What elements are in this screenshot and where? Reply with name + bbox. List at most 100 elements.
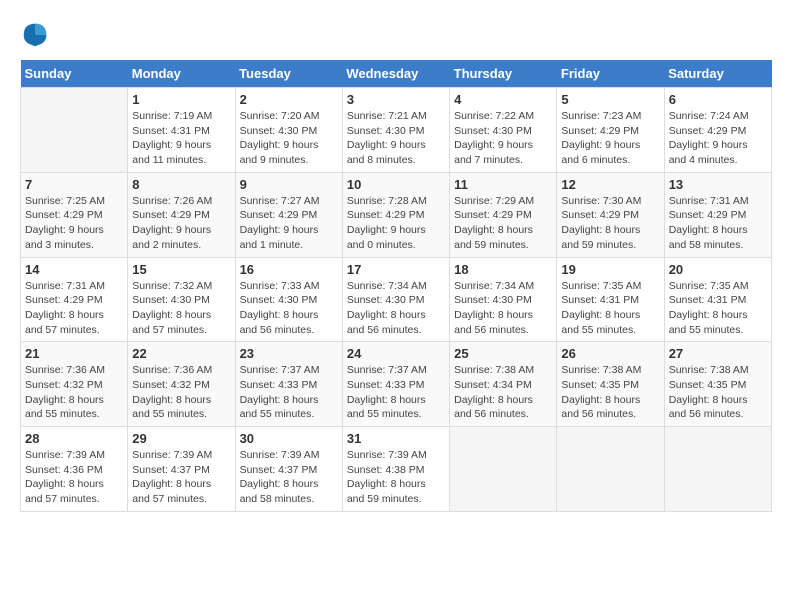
logo-icon	[20, 20, 50, 50]
calendar-cell: 2 Sunrise: 7:20 AMSunset: 4:30 PMDaylight…	[235, 88, 342, 173]
day-number: 4	[454, 92, 552, 107]
day-info: Sunrise: 7:28 AMSunset: 4:29 PMDaylight:…	[347, 194, 445, 253]
calendar-cell: 14 Sunrise: 7:31 AMSunset: 4:29 PMDayligh…	[21, 257, 128, 342]
day-info: Sunrise: 7:24 AMSunset: 4:29 PMDaylight:…	[669, 109, 767, 168]
calendar-cell	[21, 88, 128, 173]
weekday-header-friday: Friday	[557, 60, 664, 88]
calendar-cell	[664, 427, 771, 512]
calendar-week-1: 1 Sunrise: 7:19 AMSunset: 4:31 PMDaylight…	[21, 88, 772, 173]
day-number: 10	[347, 177, 445, 192]
calendar-cell	[450, 427, 557, 512]
day-number: 25	[454, 346, 552, 361]
day-info: Sunrise: 7:38 AMSunset: 4:35 PMDaylight:…	[561, 363, 659, 422]
day-info: Sunrise: 7:39 AMSunset: 4:36 PMDaylight:…	[25, 448, 123, 507]
day-info: Sunrise: 7:21 AMSunset: 4:30 PMDaylight:…	[347, 109, 445, 168]
calendar-cell: 18 Sunrise: 7:34 AMSunset: 4:30 PMDayligh…	[450, 257, 557, 342]
day-info: Sunrise: 7:29 AMSunset: 4:29 PMDaylight:…	[454, 194, 552, 253]
day-number: 13	[669, 177, 767, 192]
calendar-cell: 17Sunrise: 7:34 AMSunset: 4:30 PMDayligh…	[342, 257, 449, 342]
day-number: 14	[25, 262, 123, 277]
calendar-cell: 4 Sunrise: 7:22 AMSunset: 4:30 PMDaylight…	[450, 88, 557, 173]
day-number: 29	[132, 431, 230, 446]
day-number: 8	[132, 177, 230, 192]
day-info: Sunrise: 7:31 AMSunset: 4:29 PMDaylight:…	[669, 194, 767, 253]
calendar-cell: 23 Sunrise: 7:37 AMSunset: 4:33 PMDayligh…	[235, 342, 342, 427]
day-number: 1	[132, 92, 230, 107]
day-info: Sunrise: 7:20 AMSunset: 4:30 PMDaylight:…	[240, 109, 338, 168]
day-number: 11	[454, 177, 552, 192]
day-number: 22	[132, 346, 230, 361]
day-info: Sunrise: 7:35 AMSunset: 4:31 PMDaylight:…	[669, 279, 767, 338]
day-number: 20	[669, 262, 767, 277]
calendar-cell: 27 Sunrise: 7:38 AMSunset: 4:35 PMDayligh…	[664, 342, 771, 427]
calendar-cell: 9Sunrise: 7:27 AMSunset: 4:29 PMDaylight…	[235, 172, 342, 257]
calendar-cell: 11 Sunrise: 7:29 AMSunset: 4:29 PMDayligh…	[450, 172, 557, 257]
day-number: 17	[347, 262, 445, 277]
day-info: Sunrise: 7:34 AMSunset: 4:30 PMDaylight:…	[454, 279, 552, 338]
calendar-cell: 26Sunrise: 7:38 AMSunset: 4:35 PMDayligh…	[557, 342, 664, 427]
day-number: 2	[240, 92, 338, 107]
calendar-cell: 31 Sunrise: 7:39 AMSunset: 4:38 PMDayligh…	[342, 427, 449, 512]
day-info: Sunrise: 7:38 AMSunset: 4:34 PMDaylight:…	[454, 363, 552, 422]
day-number: 7	[25, 177, 123, 192]
calendar-cell	[557, 427, 664, 512]
day-number: 27	[669, 346, 767, 361]
logo	[20, 20, 54, 50]
day-info: Sunrise: 7:19 AMSunset: 4:31 PMDaylight:…	[132, 109, 230, 168]
calendar-week-2: 7 Sunrise: 7:25 AMSunset: 4:29 PMDaylight…	[21, 172, 772, 257]
weekday-header-monday: Monday	[128, 60, 235, 88]
day-info: Sunrise: 7:39 AMSunset: 4:38 PMDaylight:…	[347, 448, 445, 507]
day-number: 18	[454, 262, 552, 277]
day-info: Sunrise: 7:37 AMSunset: 4:33 PMDaylight:…	[240, 363, 338, 422]
calendar-week-3: 14 Sunrise: 7:31 AMSunset: 4:29 PMDayligh…	[21, 257, 772, 342]
day-info: Sunrise: 7:31 AMSunset: 4:29 PMDaylight:…	[25, 279, 123, 338]
day-number: 15	[132, 262, 230, 277]
day-info: Sunrise: 7:22 AMSunset: 4:30 PMDaylight:…	[454, 109, 552, 168]
day-number: 23	[240, 346, 338, 361]
calendar-cell: 25 Sunrise: 7:38 AMSunset: 4:34 PMDayligh…	[450, 342, 557, 427]
day-info: Sunrise: 7:35 AMSunset: 4:31 PMDaylight:…	[561, 279, 659, 338]
calendar-week-4: 21 Sunrise: 7:36 AMSunset: 4:32 PMDayligh…	[21, 342, 772, 427]
calendar-cell: 7 Sunrise: 7:25 AMSunset: 4:29 PMDaylight…	[21, 172, 128, 257]
day-info: Sunrise: 7:30 AMSunset: 4:29 PMDaylight:…	[561, 194, 659, 253]
page-container: SundayMondayTuesdayWednesdayThursdayFrid…	[20, 20, 772, 512]
calendar-week-5: 28Sunrise: 7:39 AMSunset: 4:36 PMDayligh…	[21, 427, 772, 512]
day-number: 3	[347, 92, 445, 107]
calendar-cell: 16Sunrise: 7:33 AMSunset: 4:30 PMDayligh…	[235, 257, 342, 342]
calendar-cell: 3 Sunrise: 7:21 AMSunset: 4:30 PMDaylight…	[342, 88, 449, 173]
calendar-cell: 1 Sunrise: 7:19 AMSunset: 4:31 PMDaylight…	[128, 88, 235, 173]
day-number: 19	[561, 262, 659, 277]
day-number: 31	[347, 431, 445, 446]
day-number: 12	[561, 177, 659, 192]
calendar-table: SundayMondayTuesdayWednesdayThursdayFrid…	[20, 60, 772, 512]
day-number: 16	[240, 262, 338, 277]
weekday-header-saturday: Saturday	[664, 60, 771, 88]
day-info: Sunrise: 7:36 AMSunset: 4:32 PMDaylight:…	[25, 363, 123, 422]
day-number: 5	[561, 92, 659, 107]
day-info: Sunrise: 7:23 AMSunset: 4:29 PMDaylight:…	[561, 109, 659, 168]
day-info: Sunrise: 7:25 AMSunset: 4:29 PMDaylight:…	[25, 194, 123, 253]
calendar-cell: 13 Sunrise: 7:31 AMSunset: 4:29 PMDayligh…	[664, 172, 771, 257]
calendar-cell: 19 Sunrise: 7:35 AMSunset: 4:31 PMDayligh…	[557, 257, 664, 342]
day-info: Sunrise: 7:27 AMSunset: 4:29 PMDaylight:…	[240, 194, 338, 253]
day-info: Sunrise: 7:39 AMSunset: 4:37 PMDaylight:…	[240, 448, 338, 507]
day-number: 6	[669, 92, 767, 107]
day-info: Sunrise: 7:32 AMSunset: 4:30 PMDaylight:…	[132, 279, 230, 338]
day-number: 21	[25, 346, 123, 361]
calendar-header-row: SundayMondayTuesdayWednesdayThursdayFrid…	[21, 60, 772, 88]
calendar-cell: 28Sunrise: 7:39 AMSunset: 4:36 PMDayligh…	[21, 427, 128, 512]
calendar-cell: 6 Sunrise: 7:24 AMSunset: 4:29 PMDaylight…	[664, 88, 771, 173]
calendar-cell: 15 Sunrise: 7:32 AMSunset: 4:30 PMDayligh…	[128, 257, 235, 342]
calendar-cell: 12 Sunrise: 7:30 AMSunset: 4:29 PMDayligh…	[557, 172, 664, 257]
day-info: Sunrise: 7:38 AMSunset: 4:35 PMDaylight:…	[669, 363, 767, 422]
calendar-cell: 29Sunrise: 7:39 AMSunset: 4:37 PMDayligh…	[128, 427, 235, 512]
day-number: 30	[240, 431, 338, 446]
calendar-cell: 20 Sunrise: 7:35 AMSunset: 4:31 PMDayligh…	[664, 257, 771, 342]
calendar-cell: 10 Sunrise: 7:28 AMSunset: 4:29 PMDayligh…	[342, 172, 449, 257]
day-info: Sunrise: 7:26 AMSunset: 4:29 PMDaylight:…	[132, 194, 230, 253]
calendar-cell: 24Sunrise: 7:37 AMSunset: 4:33 PMDayligh…	[342, 342, 449, 427]
weekday-header-thursday: Thursday	[450, 60, 557, 88]
weekday-header-tuesday: Tuesday	[235, 60, 342, 88]
calendar-cell: 22 Sunrise: 7:36 AMSunset: 4:32 PMDayligh…	[128, 342, 235, 427]
day-info: Sunrise: 7:36 AMSunset: 4:32 PMDaylight:…	[132, 363, 230, 422]
